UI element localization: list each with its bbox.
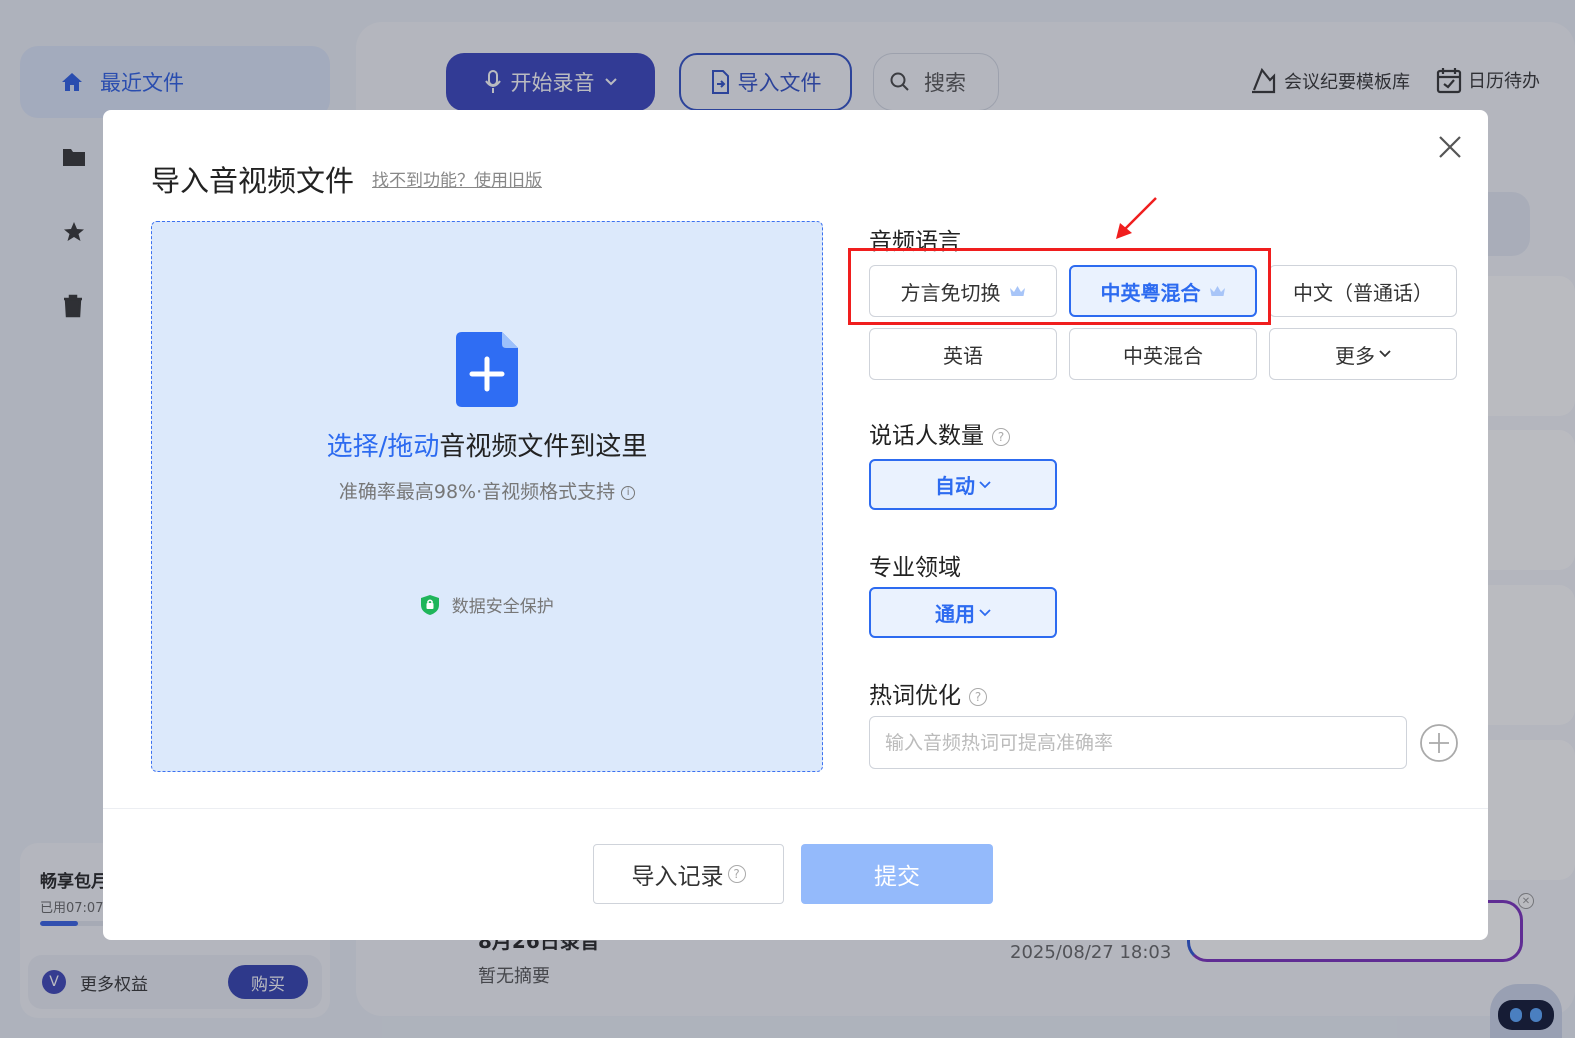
lang-option-label: 更多 xyxy=(1335,343,1375,368)
speaker-count-select[interactable]: 自动 xyxy=(869,459,1057,510)
file-dropzone[interactable]: 选择/拖动音视频文件到这里 准确率最高98%·音视频格式支持 i 数据安全保护 xyxy=(151,221,823,772)
hotword-text: 热词优化 xyxy=(869,683,961,709)
help-icon: ? xyxy=(727,865,746,883)
domain-select[interactable]: 通用 xyxy=(869,587,1057,638)
dropzone-sub-label: 准确率最高98%·音视频格式支持 xyxy=(338,481,616,503)
domain-label: 专业领域 xyxy=(869,555,961,581)
shield-lock-icon xyxy=(421,595,440,615)
file-add-icon xyxy=(456,332,518,407)
domain-value: 通用 xyxy=(935,602,975,626)
lang-option-more[interactable]: 更多 xyxy=(1269,328,1457,380)
annotation-arrow-icon xyxy=(1116,197,1157,239)
hotword-input[interactable] xyxy=(869,716,1407,769)
import-history-button[interactable]: 导入记录? xyxy=(593,844,784,904)
lang-option-label: 中文（普通话） xyxy=(1293,280,1433,305)
submit-button[interactable]: 提交 xyxy=(801,844,993,904)
annotation-highlight-box xyxy=(848,248,1271,325)
dropzone-heading: 选择/拖动音视频文件到这里 xyxy=(152,426,822,463)
dropzone-subtext: 准确率最高98%·音视频格式支持 i xyxy=(152,477,822,504)
hotword-label: 热词优化? xyxy=(869,676,987,710)
speaker-count-value: 自动 xyxy=(935,474,975,498)
help-icon[interactable]: ? xyxy=(992,428,1010,446)
lang-option-mandarin[interactable]: 中文（普通话） xyxy=(1269,265,1457,317)
speaker-count-label: 说话人数量? xyxy=(869,416,1010,450)
import-modal: 导入音视频文件 找不到功能？使用旧版 选择/拖动音视频文件到这里 准确率最高98… xyxy=(103,110,1488,940)
chevron-down-icon xyxy=(979,480,991,488)
import-history-label: 导入记录 xyxy=(631,864,724,890)
chevron-down-icon xyxy=(1379,350,1391,358)
old-version-link[interactable]: 找不到功能？使用旧版 xyxy=(372,166,542,191)
chevron-down-icon xyxy=(979,608,991,616)
dropzone-select-link[interactable]: 选择/拖动 xyxy=(327,432,440,462)
lang-option-label: 中英混合 xyxy=(1123,343,1203,368)
lang-option-zh-en[interactable]: 中英混合 xyxy=(1069,328,1257,380)
modal-title: 导入音视频文件 xyxy=(151,164,355,198)
help-icon[interactable]: ? xyxy=(969,688,987,706)
modal-divider xyxy=(103,808,1488,809)
add-circle-icon[interactable] xyxy=(1419,723,1459,763)
close-icon[interactable] xyxy=(1433,130,1467,164)
data-security-note: 数据安全保护 xyxy=(152,592,822,617)
lang-option-english[interactable]: 英语 xyxy=(869,328,1057,380)
speaker-count-text: 说话人数量 xyxy=(869,423,984,449)
dropzone-heading-text: 音视频文件到这里 xyxy=(439,432,648,462)
security-label: 数据安全保护 xyxy=(451,597,554,617)
info-icon[interactable]: i xyxy=(621,485,636,500)
lang-option-label: 英语 xyxy=(943,343,983,368)
